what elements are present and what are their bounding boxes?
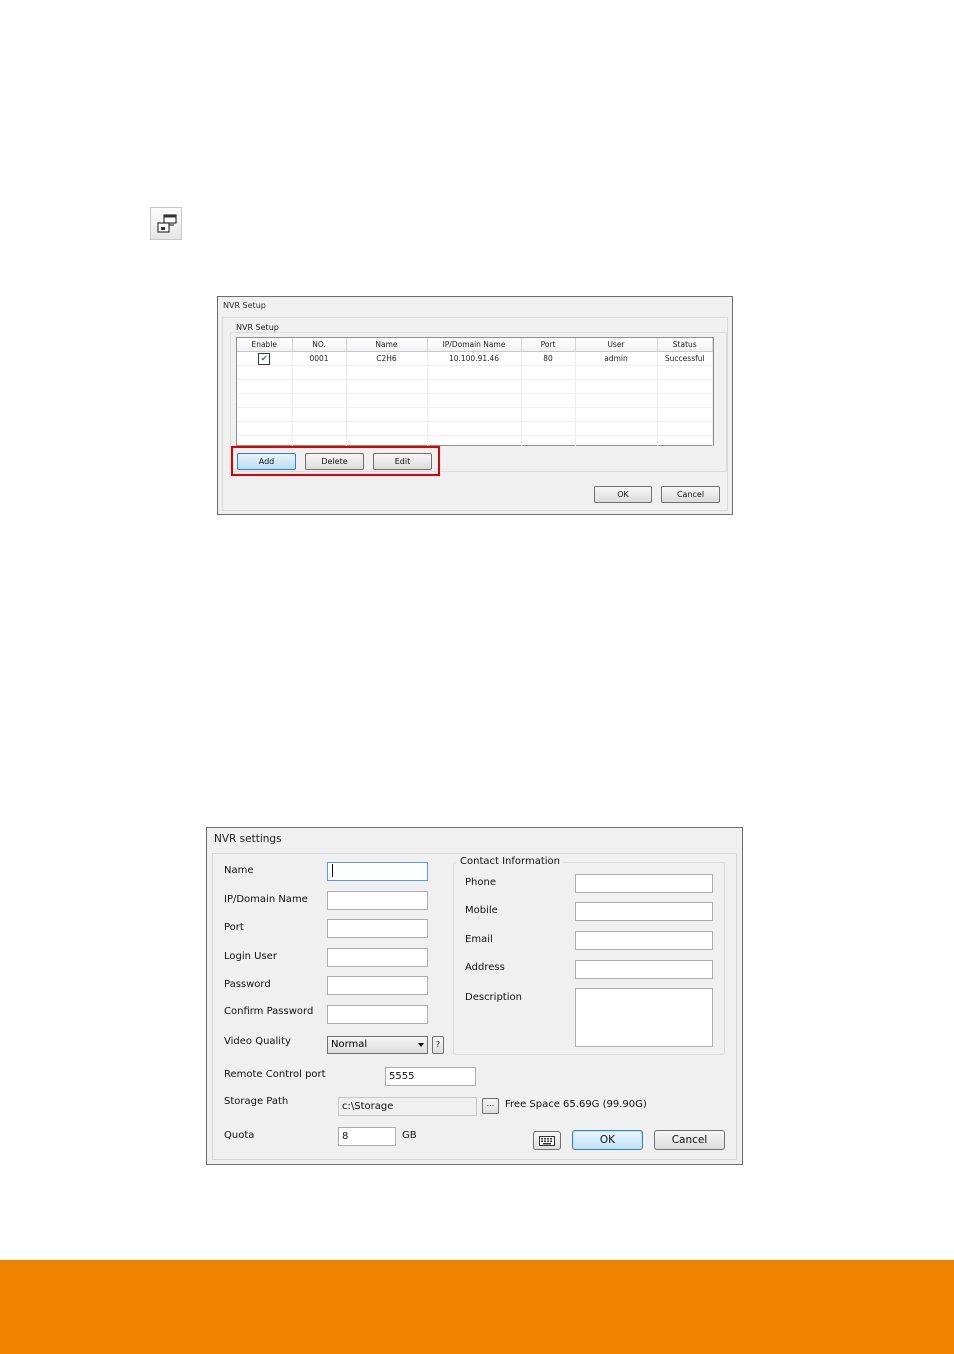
quota-label: Quota: [224, 1130, 255, 1141]
video-quality-value: Normal: [331, 1039, 368, 1050]
name-label: Name: [224, 865, 254, 876]
email-input[interactable]: [575, 931, 713, 950]
ip-label: IP/Domain Name: [224, 894, 308, 905]
description-textarea[interactable]: [575, 988, 713, 1047]
table-cell: Successful: [657, 351, 713, 366]
address-input[interactable]: [575, 960, 713, 979]
enable-cell: ✔: [237, 351, 293, 366]
table-cell: admin: [575, 351, 658, 366]
storage-path-label: Storage Path: [224, 1096, 289, 1107]
nvr-list-table[interactable]: Enable NO. Name IP/Domain Name Port User…: [236, 337, 714, 450]
table-header: Enable NO. Name IP/Domain Name Port User…: [237, 338, 713, 352]
dialog-title: NVR settings: [214, 833, 282, 845]
table-cell: C2H6: [346, 351, 428, 366]
table-row: [237, 421, 713, 436]
column-header[interactable]: User: [575, 338, 658, 352]
column-header[interactable]: Port: [521, 338, 576, 352]
password-label: Password: [224, 979, 271, 990]
free-space-text: Free Space 65.69G (99.90G): [505, 1099, 647, 1110]
nvr-setup-icon: [157, 214, 177, 233]
ok-button[interactable]: OK: [594, 486, 652, 503]
storage-path-input: c:\Storage: [338, 1097, 477, 1116]
table-row: [237, 407, 713, 422]
table-cell: 0001: [292, 351, 347, 366]
table-cell: 80: [521, 351, 576, 366]
password-input[interactable]: [327, 976, 428, 995]
column-header[interactable]: Enable: [237, 338, 293, 352]
port-input[interactable]: [327, 919, 428, 938]
confirm-password-input[interactable]: [327, 1005, 428, 1024]
ip-input[interactable]: [327, 891, 428, 910]
description-label: Description: [465, 992, 522, 1003]
column-header[interactable]: Name: [346, 338, 428, 352]
video-quality-select[interactable]: Normal: [327, 1036, 428, 1054]
phone-label: Phone: [465, 877, 496, 888]
mobile-label: Mobile: [465, 905, 498, 916]
confirm-password-label: Confirm Password: [224, 1006, 314, 1017]
table-row: [237, 365, 713, 380]
address-label: Address: [465, 962, 505, 973]
ok-button[interactable]: OK: [572, 1130, 643, 1150]
table-row: [237, 393, 713, 408]
add-button[interactable]: Add: [237, 453, 296, 470]
remote-control-port-label: Remote Control port: [224, 1069, 326, 1080]
login-user-input[interactable]: [327, 948, 428, 967]
keyboard-icon: [539, 1136, 555, 1146]
table-cell: 10.100.91.46: [427, 351, 522, 366]
contact-info-label: Contact Information: [457, 856, 563, 867]
delete-button[interactable]: Delete: [305, 453, 364, 470]
enable-checkbox[interactable]: ✔: [258, 352, 271, 365]
quota-input[interactable]: 8: [338, 1127, 396, 1146]
remote-control-port-input[interactable]: 5555: [385, 1067, 476, 1086]
column-header[interactable]: Status: [657, 338, 713, 352]
nvr-setup-toolbar-icon[interactable]: [150, 207, 182, 240]
text-caret: [332, 864, 333, 877]
footer-band: [0, 1260, 954, 1354]
help-button[interactable]: ?: [432, 1036, 444, 1054]
cancel-button[interactable]: Cancel: [654, 1130, 725, 1150]
column-header[interactable]: IP/Domain Name: [427, 338, 522, 352]
cancel-button[interactable]: Cancel: [661, 486, 720, 503]
port-label: Port: [224, 922, 244, 933]
video-quality-label: Video Quality: [224, 1036, 291, 1047]
edit-button[interactable]: Edit: [373, 453, 432, 470]
phone-input[interactable]: [575, 874, 713, 893]
column-header[interactable]: NO.: [292, 338, 347, 352]
quota-unit: GB: [402, 1130, 417, 1141]
dialog-title: NVR Setup: [223, 301, 266, 310]
email-label: Email: [465, 934, 493, 945]
table-row[interactable]: ✔ 0001 C2H6 10.100.91.46 80 admin Succes…: [237, 351, 713, 366]
keyboard-button[interactable]: [533, 1131, 561, 1150]
table-row: [237, 379, 713, 394]
name-input[interactable]: [327, 862, 428, 881]
mobile-input[interactable]: [575, 902, 713, 921]
login-user-label: Login User: [224, 951, 277, 962]
browse-button[interactable]: ...: [482, 1098, 499, 1114]
chevron-down-icon: [418, 1043, 424, 1047]
group-label: NVR Setup: [234, 323, 281, 332]
